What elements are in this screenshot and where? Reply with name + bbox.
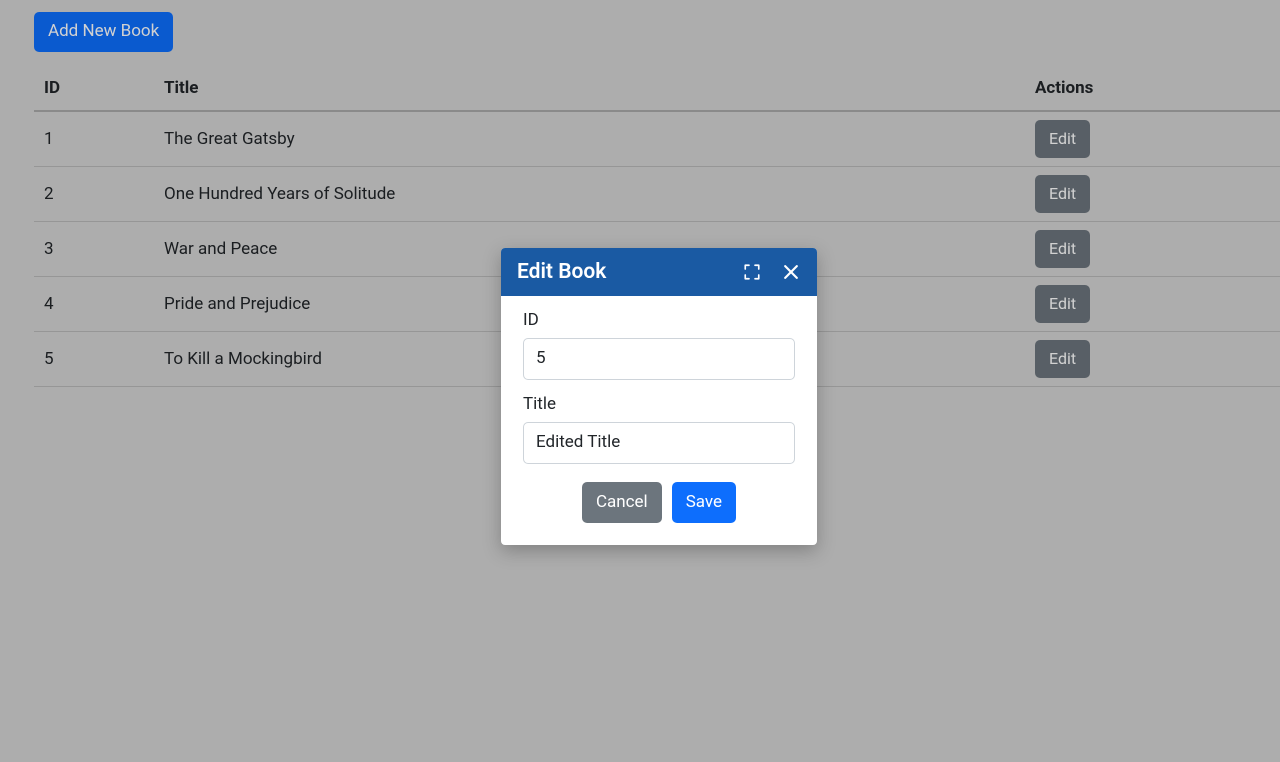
modal-title: Edit Book: [517, 260, 606, 284]
id-field[interactable]: [523, 338, 795, 380]
title-field-label: Title: [523, 394, 795, 414]
cancel-button[interactable]: Cancel: [582, 482, 662, 524]
modal-body: ID Title Cancel Save: [501, 296, 817, 545]
modal-header: Edit Book: [501, 248, 817, 296]
close-icon[interactable]: [781, 262, 801, 282]
save-button[interactable]: Save: [672, 482, 736, 524]
title-field[interactable]: [523, 422, 795, 464]
fullscreen-icon[interactable]: [743, 263, 761, 281]
id-field-label: ID: [523, 310, 795, 330]
edit-book-modal: Edit Book ID Title: [501, 248, 817, 545]
